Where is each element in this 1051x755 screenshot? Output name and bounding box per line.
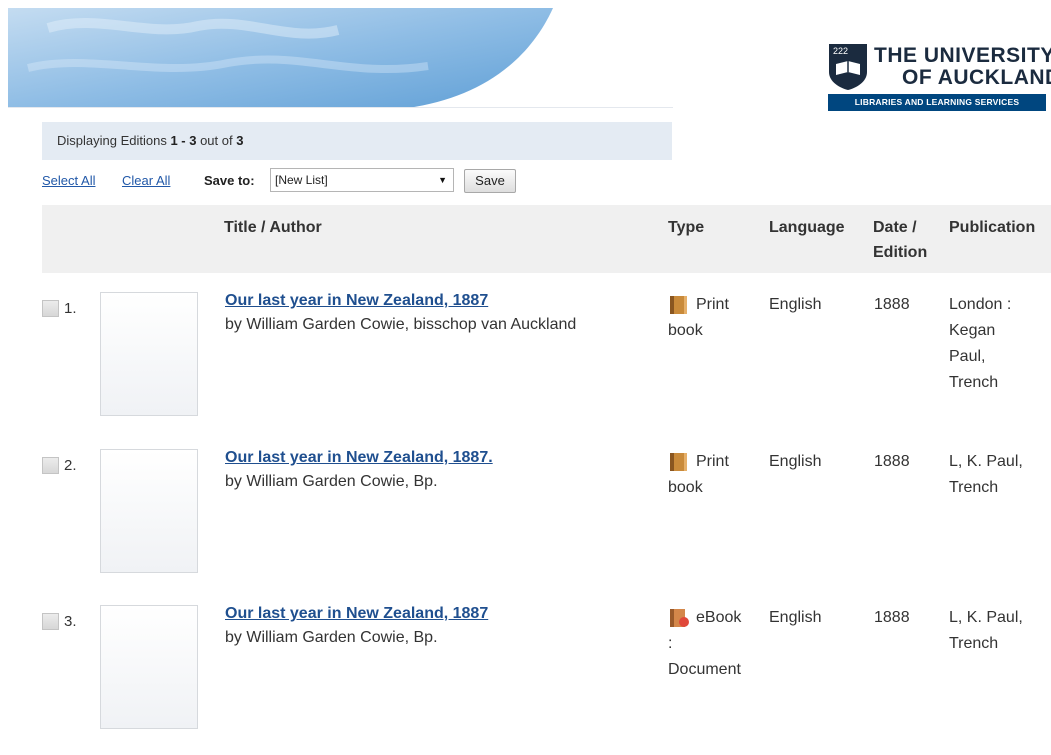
header-type[interactable]: Type <box>668 215 704 240</box>
publication-line: Trench <box>949 635 999 652</box>
header-date-line2: Edition <box>873 244 928 261</box>
language-cell: English <box>769 609 822 626</box>
select-all-link[interactable]: Select All <box>42 173 95 188</box>
list-toolbar: Select All Clear All Save to: [New List]… <box>42 168 672 196</box>
publication-cell: L, K. Paul, Trench <box>949 605 1049 657</box>
type-cell: Print book <box>668 292 768 344</box>
save-to-label: Save to: <box>204 173 255 188</box>
cover-thumbnail[interactable] <box>100 605 198 729</box>
results-summary-prefix: Displaying Editions <box>57 133 171 148</box>
publication-cell: L, K. Paul, Trench <box>949 449 1049 501</box>
results-table-header: Title / Author Type Language Date / Edit… <box>42 205 1051 273</box>
publication-line: London : <box>949 296 1012 313</box>
publication-line: Trench <box>949 479 999 496</box>
title-link[interactable]: Our last year in New Zealand, 1887 <box>225 605 488 623</box>
logo-title-line1: THE UNIVERSITY <box>874 44 1051 67</box>
author-text: by William Garden Cowie, Bp. <box>225 473 438 490</box>
ebook-icon <box>670 609 689 627</box>
results-range: 1 - 3 <box>170 133 197 148</box>
save-button[interactable]: Save <box>464 169 516 193</box>
header-date-edition[interactable]: Date / Edition <box>873 215 943 265</box>
row-number: 3. <box>64 613 77 630</box>
save-to-selected-value: [New List] <box>275 173 328 187</box>
cover-thumbnail[interactable] <box>100 292 198 416</box>
type-line3: Document <box>668 661 741 678</box>
publication-line: L, K. Paul, <box>949 453 1023 470</box>
type-cell: eBook : Document <box>668 605 768 683</box>
language-cell: English <box>769 453 822 470</box>
row-checkbox[interactable] <box>42 613 59 630</box>
table-row: 2. Our last year in New Zealand, 1887. b… <box>42 449 1051 599</box>
header-title-author[interactable]: Title / Author <box>224 215 322 240</box>
dropdown-arrow-icon: ▼ <box>438 175 447 185</box>
header-language[interactable]: Language <box>769 215 845 240</box>
type-line2: book <box>668 322 703 339</box>
save-to-select[interactable]: [New List] ▼ <box>270 168 454 192</box>
publication-cell: London : Kegan Paul, Trench <box>949 292 1049 396</box>
language-cell: English <box>769 296 822 313</box>
publication-line: L, K. Paul, <box>949 609 1023 626</box>
banner-divider <box>8 107 673 108</box>
type-line2: : <box>668 635 673 652</box>
header-publication[interactable]: Publication <box>949 215 1035 240</box>
logo-title-line2: OF AUCKLAND <box>902 66 1051 89</box>
date-cell: 1888 <box>874 296 910 313</box>
book-icon <box>670 296 687 314</box>
results-summary-mid: out of <box>196 133 237 148</box>
publication-line: Kegan <box>949 322 996 339</box>
row-number: 1. <box>64 300 77 317</box>
title-link[interactable]: Our last year in New Zealand, 1887. <box>225 449 493 467</box>
book-icon <box>670 453 687 471</box>
type-line2: book <box>668 479 703 496</box>
row-number: 2. <box>64 457 77 474</box>
table-row: 3. Our last year in New Zealand, 1887 by… <box>42 605 1051 755</box>
results-total: 3 <box>236 133 244 148</box>
cover-thumbnail[interactable] <box>100 449 198 573</box>
type-cell: Print book <box>668 449 768 501</box>
author-text: by William Garden Cowie, Bp. <box>225 629 438 646</box>
header-date-line1: Date / <box>873 219 917 236</box>
author-text: by William Garden Cowie, bisschop van Au… <box>225 316 577 333</box>
crest-icon: 222 <box>829 44 867 90</box>
clear-all-link[interactable]: Clear All <box>122 173 170 188</box>
table-row: 1. Our last year in New Zealand, 1887 by… <box>42 292 1051 442</box>
results-summary: Displaying Editions 1 - 3 out of 3 <box>42 122 672 160</box>
row-checkbox[interactable] <box>42 300 59 317</box>
logo-subtitle: LIBRARIES AND LEARNING SERVICES <box>828 94 1046 111</box>
date-cell: 1888 <box>874 453 910 470</box>
svg-text:222: 222 <box>833 46 848 56</box>
publication-line: Trench <box>949 374 999 391</box>
row-checkbox[interactable] <box>42 457 59 474</box>
date-cell: 1888 <box>874 609 910 626</box>
header-banner <box>8 8 668 108</box>
title-link[interactable]: Our last year in New Zealand, 1887 <box>225 292 488 310</box>
publication-line: Paul, <box>949 348 986 365</box>
